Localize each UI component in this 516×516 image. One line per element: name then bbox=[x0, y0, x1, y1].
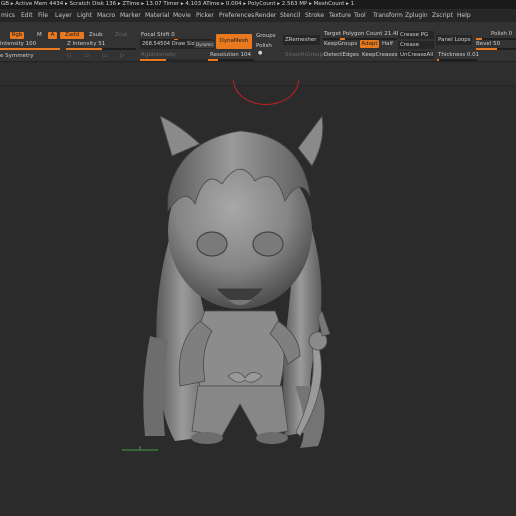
ear-right bbox=[297, 114, 324, 167]
keepcreases-button[interactable]: KeepCreases bbox=[362, 52, 397, 58]
top-toolbar: Rgb M A Zadd Zsub Zcut Focal Shift 0 268… bbox=[0, 22, 516, 62]
menu-texture[interactable]: Texture bbox=[329, 12, 351, 19]
resolution-fill bbox=[208, 59, 218, 61]
menu-layer[interactable]: Layer bbox=[55, 12, 72, 19]
keepgroups-button[interactable]: KeepGroups bbox=[324, 41, 357, 47]
target-polygon-fill bbox=[340, 38, 345, 40]
menu-render[interactable]: Render bbox=[255, 12, 276, 19]
history-frame-icon[interactable]: ▭ bbox=[84, 52, 90, 59]
a-button[interactable]: A bbox=[48, 32, 57, 39]
menu-graphics[interactable]: mics bbox=[1, 12, 15, 19]
detectedges-button[interactable]: DetectEdges bbox=[324, 52, 359, 58]
focal-shift-slider[interactable]: Focal Shift 0 bbox=[141, 32, 175, 38]
eye-right bbox=[252, 231, 284, 257]
uncrease-all-button[interactable]: UnCreaseAll bbox=[398, 51, 434, 59]
foot-left bbox=[191, 432, 223, 444]
menu-light[interactable]: Light bbox=[77, 12, 92, 19]
menu-movie[interactable]: Movie bbox=[173, 12, 191, 19]
rgb-intensity-slider[interactable]: RgbIntensity bbox=[141, 52, 176, 58]
foot-right bbox=[256, 432, 288, 444]
thickness-slider[interactable]: Thickness 0.01 bbox=[438, 52, 479, 58]
polish-track[interactable] bbox=[476, 38, 516, 40]
rgb-intensity-fill bbox=[140, 59, 166, 61]
crease-pg-button[interactable]: Crease PG bbox=[398, 31, 434, 39]
z-intensity-slider[interactable]: Z Intensity 51 bbox=[67, 41, 105, 47]
rgb-button[interactable]: Rgb bbox=[10, 32, 24, 39]
menu-preferences[interactable]: Preferences bbox=[219, 12, 254, 19]
crease-button[interactable]: Crease bbox=[398, 41, 434, 49]
dynamesh-button[interactable]: DynaMesh bbox=[216, 34, 252, 49]
zsub-button[interactable]: Zsub bbox=[89, 32, 103, 38]
viewport-canvas[interactable] bbox=[0, 80, 516, 516]
thickness-track[interactable] bbox=[437, 59, 477, 61]
menu-marker[interactable]: Marker bbox=[120, 12, 141, 19]
zremesher-button[interactable]: ZRemesher bbox=[283, 35, 320, 45]
polish-slider[interactable]: Polish 0 bbox=[491, 31, 512, 37]
zcut-button[interactable]: Zcut bbox=[115, 32, 127, 38]
z-intensity-fill bbox=[66, 48, 102, 50]
polish-fill bbox=[476, 38, 482, 40]
menu-material[interactable]: Material bbox=[145, 12, 169, 19]
menu-file[interactable]: File bbox=[38, 12, 48, 19]
groups-button[interactable]: Groups bbox=[256, 33, 276, 39]
menu-edit[interactable]: Edit bbox=[21, 12, 33, 19]
bevel-fill bbox=[476, 48, 497, 50]
bevel-slider[interactable]: Bevel 50 bbox=[476, 41, 500, 47]
menu-tool[interactable]: Tool bbox=[354, 12, 366, 19]
eye-left bbox=[196, 231, 228, 257]
history-frame-icon-2[interactable]: ▭ bbox=[102, 52, 108, 59]
history-forward-icon[interactable]: ▷ bbox=[120, 52, 125, 59]
menu-help[interactable]: Help bbox=[457, 12, 471, 19]
history-back-icon[interactable]: ◁ bbox=[66, 52, 71, 59]
panel-loops-button[interactable]: Panel Loops bbox=[436, 35, 472, 45]
half-button[interactable]: Half bbox=[382, 41, 393, 47]
m-button[interactable]: M bbox=[37, 32, 42, 38]
menu-zplugin[interactable]: Zplugin bbox=[405, 12, 428, 19]
menu-macro[interactable]: Macro bbox=[97, 12, 115, 19]
polish-button[interactable]: Polish bbox=[256, 43, 272, 49]
menu-picker[interactable]: Picker bbox=[196, 12, 214, 19]
dynamesh-dot-icon: ● bbox=[258, 50, 263, 56]
symmetry-button[interactable]: e Symmetry bbox=[0, 53, 34, 59]
resolution-slider[interactable]: Resolution 104 bbox=[210, 52, 251, 58]
sculpt-model bbox=[122, 114, 331, 451]
menu-bar: mics Edit File Layer Light Macro Marker … bbox=[0, 10, 516, 22]
legs bbox=[191, 385, 289, 437]
intensity-slider[interactable]: Intensity 100 bbox=[0, 41, 36, 47]
menu-transform[interactable]: Transform bbox=[373, 12, 403, 19]
menu-stencil[interactable]: Stencil bbox=[280, 12, 300, 19]
zadd-button[interactable]: Zadd bbox=[60, 32, 84, 39]
adapt-button[interactable]: Adapt bbox=[360, 40, 379, 48]
menu-stroke[interactable]: Stroke bbox=[305, 12, 324, 19]
smoothgroups-button[interactable]: SmoothGroups bbox=[285, 52, 326, 58]
target-polygon-count-slider[interactable]: Target Polygon Count 21.486 bbox=[324, 31, 403, 37]
menu-zscript[interactable]: Zscript bbox=[432, 12, 453, 19]
draw-size-value: 268.54504 bbox=[142, 41, 171, 47]
thickness-fill bbox=[437, 59, 439, 61]
status-bar: GB ▸ Active Mem 4434 ▸ Scratch Disk 136 … bbox=[0, 0, 516, 9]
intensity-fill bbox=[0, 48, 60, 50]
dynamic-button[interactable]: Dynamic bbox=[194, 41, 214, 48]
